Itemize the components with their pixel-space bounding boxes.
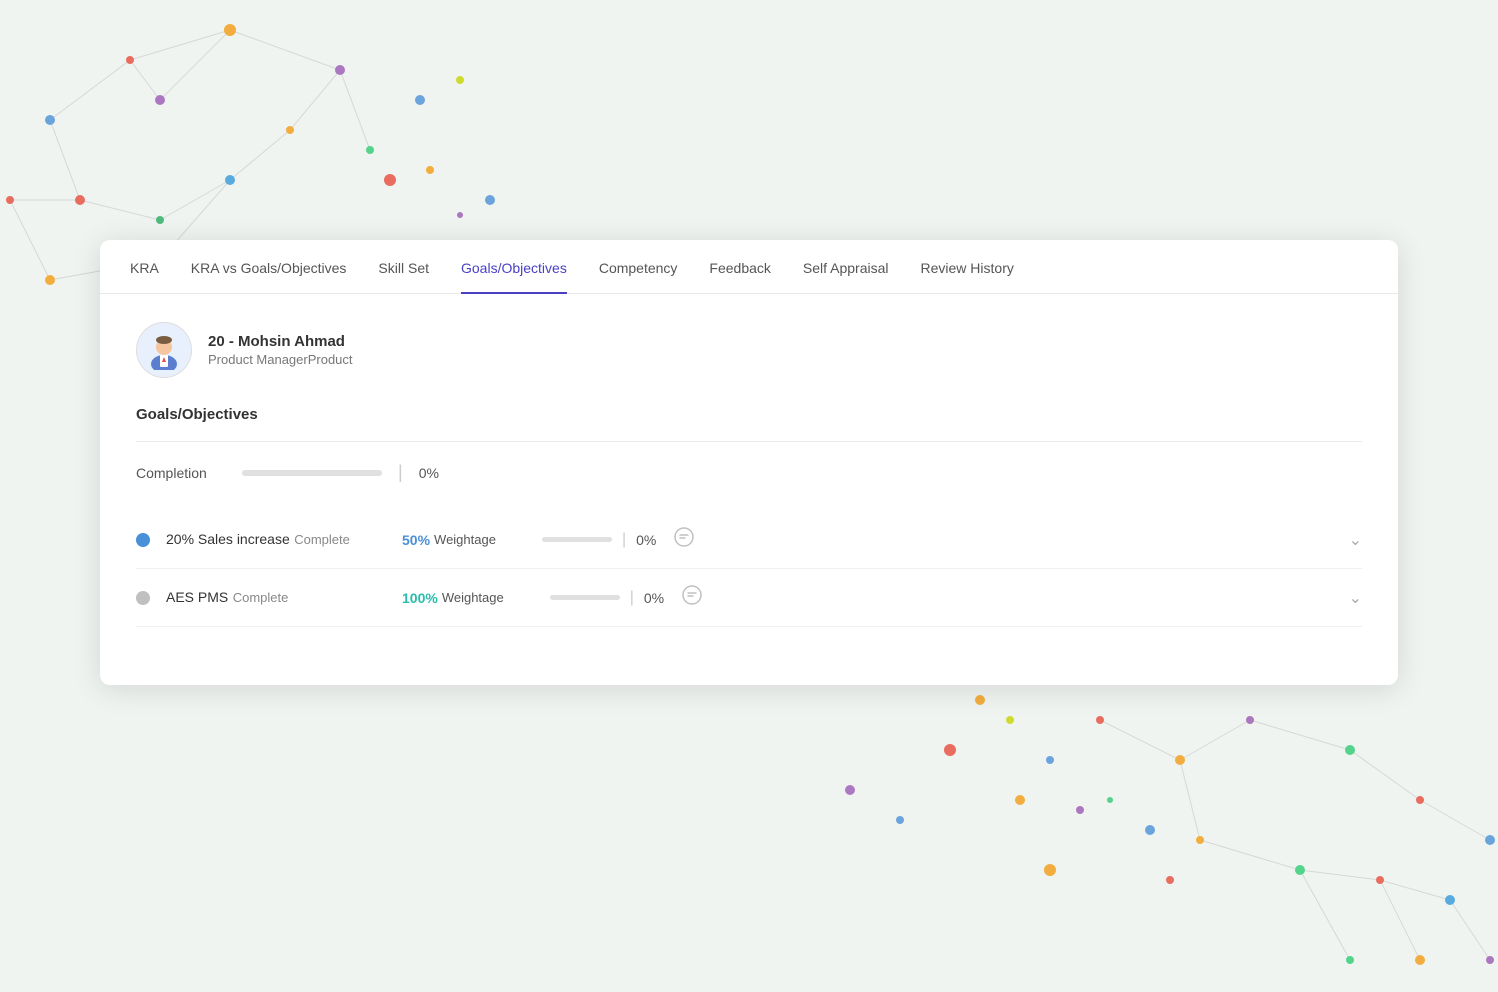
tab-goals-objectives[interactable]: Goals/Objectives: [461, 240, 567, 294]
goal-weightage-label-1: Weightage: [434, 532, 496, 547]
goal-status-1: Complete: [294, 532, 350, 547]
goal-name-2: AES PMS: [166, 589, 228, 605]
tabs-bar: KRA KRA vs Goals/Objectives Skill Set Go…: [100, 240, 1398, 294]
user-role: Product ManagerProduct: [208, 352, 353, 367]
tab-feedback[interactable]: Feedback: [709, 240, 770, 294]
goal-progress-section-2: | 0%: [550, 585, 702, 610]
goal-dot-2: [136, 591, 150, 605]
goal-progress-bar-1: [542, 537, 612, 542]
chevron-down-icon-1[interactable]: ⌄: [1333, 530, 1362, 550]
goal-row-1: 20% Sales increase Complete 50% Weightag…: [136, 511, 1362, 569]
avatar: [136, 322, 192, 378]
goal-name-1: 20% Sales increase: [166, 531, 290, 547]
comment-icon-2[interactable]: [682, 585, 702, 610]
user-header: 20 - Mohsin Ahmad Product ManagerProduct: [136, 322, 1362, 378]
goal-name-area-2: AES PMS Complete: [166, 589, 386, 607]
completion-row: Completion | 0%: [136, 462, 1362, 483]
chevron-down-icon-2[interactable]: ⌄: [1333, 588, 1362, 608]
completion-progress-bar: [242, 470, 382, 476]
comment-icon-1[interactable]: [674, 527, 694, 552]
tab-review-history[interactable]: Review History: [921, 240, 1014, 294]
goal-pct-divider-1: |: [622, 531, 626, 549]
goal-progress-section-1: | 0%: [542, 527, 694, 552]
completion-percentage: 0%: [419, 465, 439, 481]
goal-weightage-pct-1: 50%: [402, 532, 430, 548]
goal-pct-2: 0%: [644, 590, 664, 606]
tab-competency[interactable]: Competency: [599, 240, 678, 294]
tab-kra-goals[interactable]: KRA vs Goals/Objectives: [191, 240, 347, 294]
goal-row-2: AES PMS Complete 100% Weightage | 0%: [136, 569, 1362, 627]
content-area: 20 - Mohsin Ahmad Product ManagerProduct…: [100, 294, 1398, 655]
goal-dot-1: [136, 533, 150, 547]
goal-weightage-1: 50% Weightage: [402, 532, 496, 548]
goal-status-2: Complete: [233, 590, 289, 605]
goal-weightage-2: 100% Weightage: [402, 590, 504, 606]
completion-label: Completion: [136, 465, 226, 481]
main-card: KRA KRA vs Goals/Objectives Skill Set Go…: [100, 240, 1398, 685]
user-info: 20 - Mohsin Ahmad Product ManagerProduct: [208, 333, 353, 367]
section-divider: [136, 441, 1362, 442]
tab-self-appraisal[interactable]: Self Appraisal: [803, 240, 889, 294]
completion-separator: |: [398, 462, 403, 483]
goal-weightage-pct-2: 100%: [402, 590, 438, 606]
user-name: 20 - Mohsin Ahmad: [208, 333, 353, 350]
goal-name-area-1: 20% Sales increase Complete: [166, 531, 386, 549]
tab-kra[interactable]: KRA: [130, 240, 159, 294]
goal-progress-bar-2: [550, 595, 620, 600]
section-title: Goals/Objectives: [136, 406, 1362, 423]
tab-skill-set[interactable]: Skill Set: [378, 240, 429, 294]
goal-weightage-label-2: Weightage: [442, 590, 504, 605]
goal-pct-divider-2: |: [630, 589, 634, 607]
goal-pct-1: 0%: [636, 532, 656, 548]
